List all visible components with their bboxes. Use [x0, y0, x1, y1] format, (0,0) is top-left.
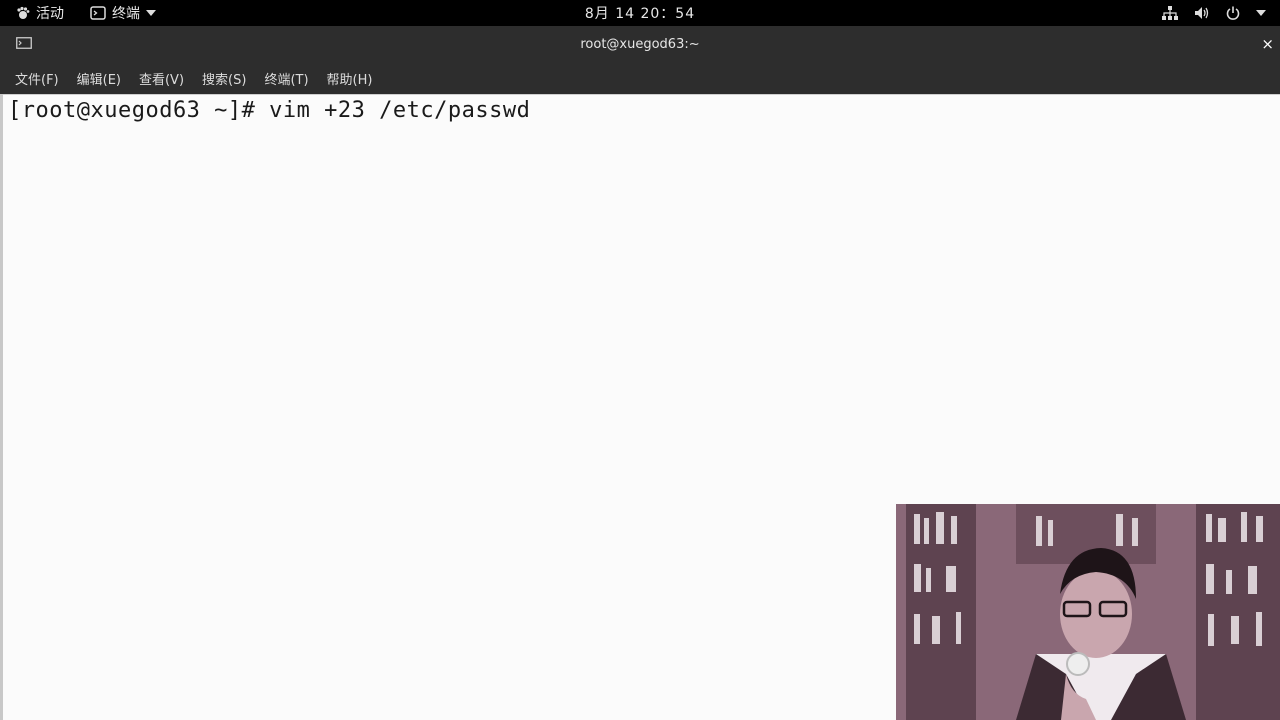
menu-bar: 文件(F) 编辑(E) 查看(V) 搜索(S) 终端(T) 帮助(H) [0, 62, 1280, 94]
command-text: vim +23 /etc/passwd [269, 98, 531, 123]
menu-file[interactable]: 文件(F) [8, 65, 66, 92]
volume-icon[interactable] [1194, 6, 1210, 20]
triangle-down-icon [1256, 10, 1266, 16]
window-edge [0, 94, 3, 720]
power-icon[interactable] [1226, 6, 1240, 20]
window-title: root@xuegod63:~ [580, 36, 700, 52]
clock[interactable]: 8月 14 20：54 [0, 0, 1280, 26]
menu-help[interactable]: 帮助(H) [320, 65, 380, 92]
webcam-overlay [896, 504, 1280, 720]
command-line: [root@xuegod63 ~]# vim +23 /etc/passwd [8, 98, 530, 123]
presenter-video [896, 504, 1280, 720]
network-icon[interactable] [1162, 6, 1178, 20]
menu-edit[interactable]: 编辑(E) [70, 65, 128, 92]
menu-terminal[interactable]: 终端(T) [257, 65, 315, 92]
menu-view[interactable]: 查看(V) [132, 65, 191, 92]
close-icon[interactable]: × [1261, 26, 1274, 62]
shell-prompt: [root@xuegod63 ~]# [8, 98, 256, 123]
system-tray[interactable] [1162, 0, 1266, 26]
window-titlebar[interactable]: root@xuegod63:~ × [0, 26, 1280, 62]
menu-search[interactable]: 搜索(S) [195, 65, 253, 92]
top-panel: 活动 终端 8月 14 20：54 [0, 0, 1280, 26]
